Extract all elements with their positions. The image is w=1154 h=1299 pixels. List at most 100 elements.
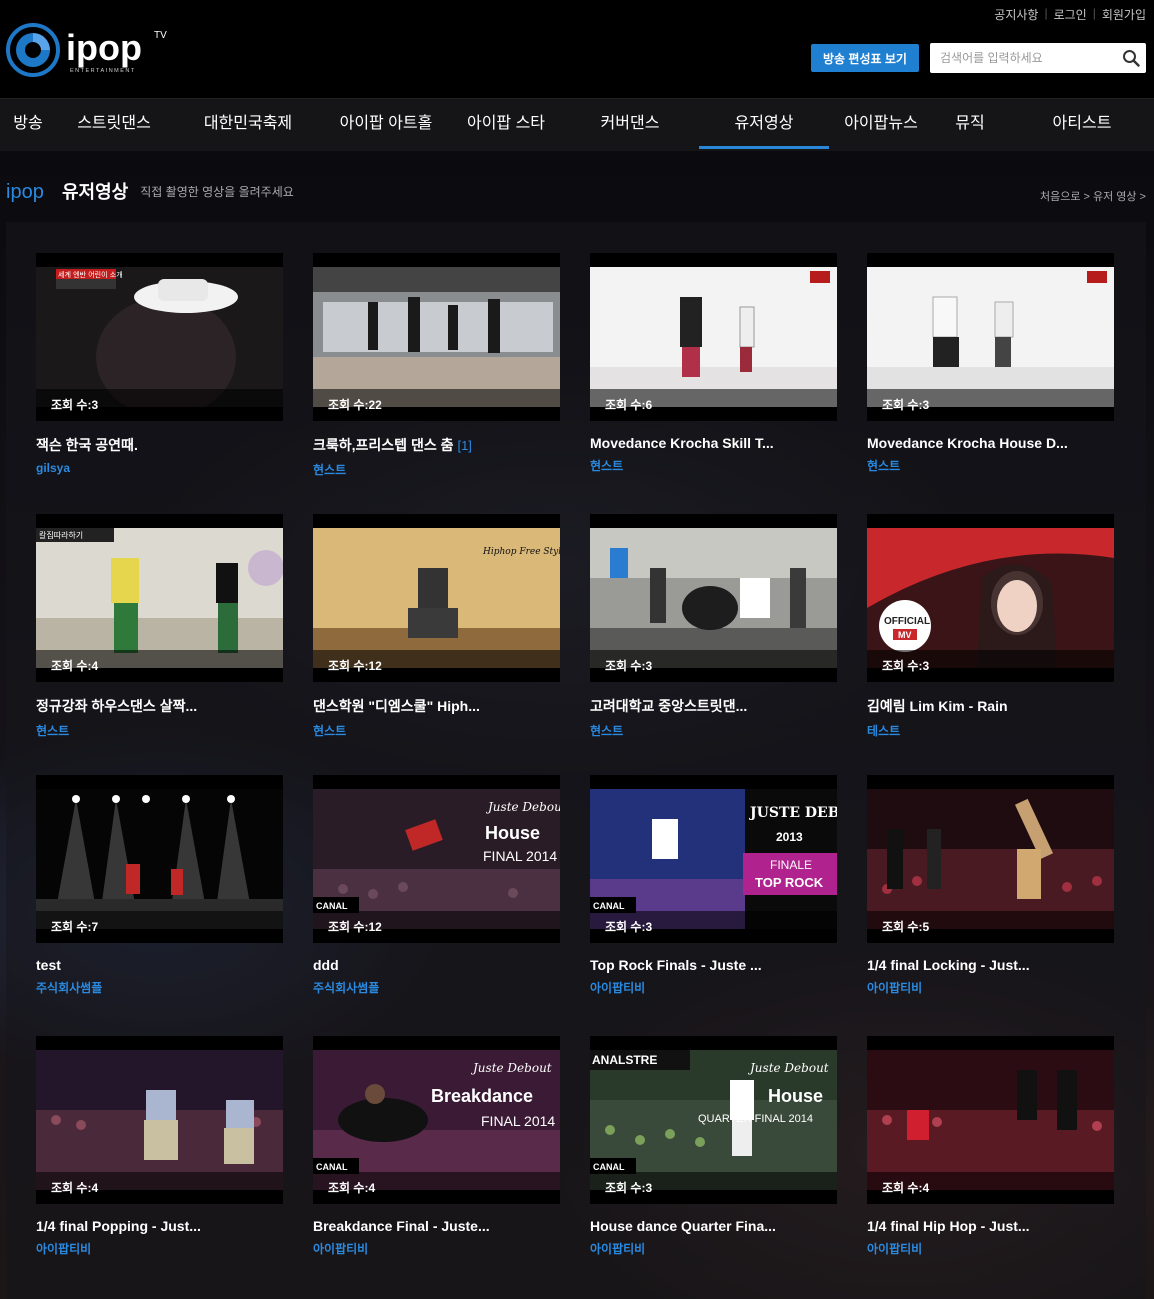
breadcrumb[interactable]: 처음으로 > 유저 영상 > bbox=[1040, 188, 1146, 204]
video-title[interactable]: 1/4 final Locking - Just... bbox=[867, 957, 1114, 973]
video-title[interactable]: 잭슨 한국 공연때. bbox=[36, 435, 283, 455]
view-count: 조회 수:5 bbox=[867, 911, 1114, 943]
video-thumbnail[interactable]: JUSTE DEBOUT 2013 FINALE TOP ROCK CANAL … bbox=[590, 775, 837, 943]
video-author[interactable]: 현스트 bbox=[313, 461, 560, 478]
nav-arthall[interactable]: 아이팝 아트홀 bbox=[328, 99, 444, 149]
utility-links: 공지사항 | 로그인 | 회원가입 bbox=[994, 6, 1146, 23]
login-link[interactable]: 로그인 bbox=[1054, 6, 1087, 23]
video-card[interactable]: 조회 수:6 Movedance Krocha Skill T... 현스트 bbox=[590, 253, 837, 474]
video-thumbnail[interactable]: 조회 수:6 bbox=[590, 253, 837, 421]
video-title[interactable]: House dance Quarter Fina... bbox=[590, 1218, 837, 1234]
svg-text:OFFICIAL: OFFICIAL bbox=[884, 616, 930, 627]
video-thumbnail[interactable]: 조회 수:4 bbox=[36, 1036, 283, 1204]
view-count: 조회 수:4 bbox=[313, 1172, 560, 1204]
video-title[interactable]: Movedance Krocha Skill T... bbox=[590, 435, 837, 451]
video-thumbnail[interactable]: 칼집따라하기 조회 수:4 bbox=[36, 514, 283, 682]
svg-text:CANAL: CANAL bbox=[316, 1162, 348, 1172]
video-author[interactable]: 주식회사썸플 bbox=[36, 979, 283, 996]
nav-user-video[interactable]: 유저영상 bbox=[699, 99, 829, 149]
video-title[interactable]: 1/4 final Hip Hop - Just... bbox=[867, 1218, 1114, 1234]
search-input[interactable] bbox=[938, 43, 1122, 73]
video-thumbnail[interactable]: 조회 수:5 bbox=[867, 775, 1114, 943]
notice-link[interactable]: 공지사항 bbox=[994, 6, 1038, 23]
video-title[interactable]: 크룩하,프리스텝 댄스 춤 [1] bbox=[313, 435, 560, 455]
nav-streetdance[interactable]: 스트릿댄스 bbox=[64, 99, 164, 149]
thumbnail-image bbox=[590, 267, 837, 407]
video-card[interactable]: 세계 엔반 어린이 소개 조회 수:3 잭슨 한국 공연때. gilsya bbox=[36, 253, 283, 475]
svg-text:세계 엔반 어린이 소개: 세계 엔반 어린이 소개 bbox=[58, 270, 123, 279]
thumbnail-image bbox=[590, 528, 837, 668]
view-count: 조회 수:6 bbox=[590, 389, 837, 421]
svg-text:FINAL 2014: FINAL 2014 bbox=[481, 1113, 555, 1129]
video-title[interactable]: 고려대학교 중앙스트릿댄... bbox=[590, 696, 837, 716]
svg-text:CANAL: CANAL bbox=[593, 1162, 625, 1172]
video-title[interactable]: 정규강좌 하우스댄스 살짝... bbox=[36, 696, 283, 716]
video-author[interactable]: 현스트 bbox=[590, 457, 837, 474]
video-thumbnail[interactable]: 조회 수:4 bbox=[867, 1036, 1114, 1204]
video-card[interactable]: 조회 수:22 크룩하,프리스텝 댄스 춤 [1] 현스트 bbox=[313, 253, 560, 478]
video-title[interactable]: test bbox=[36, 957, 283, 973]
thumbnail-image: Hiphop Free Style bbox=[313, 528, 560, 668]
schedule-button[interactable]: 방송 편성표 보기 bbox=[811, 44, 919, 72]
video-title[interactable]: Movedance Krocha House D... bbox=[867, 435, 1114, 451]
video-author[interactable]: 현스트 bbox=[313, 722, 560, 739]
nav-festival[interactable]: 대한민국축제 bbox=[190, 99, 306, 149]
signup-link[interactable]: 회원가입 bbox=[1102, 6, 1146, 23]
video-title[interactable]: Top Rock Finals - Juste ... bbox=[590, 957, 837, 973]
video-title[interactable]: ddd bbox=[313, 957, 560, 973]
video-author[interactable]: 아이팝티비 bbox=[590, 979, 837, 996]
video-card[interactable]: ANALSTRE Juste Debout House QUARTER FINA… bbox=[590, 1036, 837, 1257]
nav-coverdance[interactable]: 커버댄스 bbox=[580, 99, 680, 149]
svg-text:ipop: ipop bbox=[6, 181, 44, 202]
search-icon[interactable] bbox=[1122, 49, 1140, 67]
video-thumbnail[interactable]: 조회 수:7 bbox=[36, 775, 283, 943]
video-card[interactable]: 칼집따라하기 조회 수:4 정규강좌 하우스댄스 살짝... 현스트 bbox=[36, 514, 283, 739]
video-title[interactable]: 1/4 final Popping - Just... bbox=[36, 1218, 283, 1234]
video-author[interactable]: 주식회사썸플 bbox=[313, 979, 560, 996]
video-card[interactable]: Juste Debout House FINAL 2014 CANAL 조회 수… bbox=[313, 775, 560, 996]
video-thumbnail[interactable]: ANALSTRE Juste Debout House QUARTER FINA… bbox=[590, 1036, 837, 1204]
video-thumbnail[interactable]: 조회 수:3 bbox=[867, 253, 1114, 421]
video-card[interactable]: 조회 수:3 고려대학교 중앙스트릿댄... 현스트 bbox=[590, 514, 837, 739]
video-card[interactable]: 조회 수:4 1/4 final Hip Hop - Just... 아이팝티비 bbox=[867, 1036, 1114, 1257]
svg-text:House: House bbox=[768, 1086, 823, 1106]
video-title[interactable]: 김예림 Lim Kim - Rain bbox=[867, 696, 1114, 716]
video-author[interactable]: 테스트 bbox=[867, 722, 1114, 739]
video-thumbnail[interactable]: 세계 엔반 어린이 소개 조회 수:3 bbox=[36, 253, 283, 421]
video-thumbnail[interactable]: Hiphop Free Style 조회 수:12 bbox=[313, 514, 560, 682]
video-title[interactable]: Breakdance Final - Juste... bbox=[313, 1218, 560, 1234]
video-author[interactable]: gilsya bbox=[36, 461, 283, 475]
nav-music[interactable]: 뮤직 bbox=[940, 99, 1000, 149]
video-card[interactable]: OFFICIAL MV 조회 수:3 김예림 Lim Kim - Rain 테스… bbox=[867, 514, 1114, 739]
thumbnail-image: Juste Debout Breakdance FINAL 2014 CANAL bbox=[313, 1050, 560, 1190]
video-author[interactable]: 아이팝티비 bbox=[867, 979, 1114, 996]
video-thumbnail[interactable]: OFFICIAL MV 조회 수:3 bbox=[867, 514, 1114, 682]
video-card[interactable]: Juste Debout Breakdance FINAL 2014 CANAL… bbox=[313, 1036, 560, 1257]
svg-text:Juste Debout: Juste Debout bbox=[470, 1061, 552, 1075]
video-author[interactable]: 아이팝티비 bbox=[590, 1240, 837, 1257]
video-thumbnail[interactable]: Juste Debout Breakdance FINAL 2014 CANAL… bbox=[313, 1036, 560, 1204]
video-card[interactable]: Hiphop Free Style 조회 수:12 댄스학원 "디엠스쿨" Hi… bbox=[313, 514, 560, 739]
video-card[interactable]: 조회 수:7 test 주식회사썸플 bbox=[36, 775, 283, 996]
nav-star[interactable]: 아이팝 스타 bbox=[456, 99, 556, 149]
video-thumbnail[interactable]: 조회 수:3 bbox=[590, 514, 837, 682]
video-card[interactable]: 조회 수:3 Movedance Krocha House D... 현스트 bbox=[867, 253, 1114, 474]
video-author[interactable]: 현스트 bbox=[36, 722, 283, 739]
video-card[interactable]: JUSTE DEBOUT 2013 FINALE TOP ROCK CANAL … bbox=[590, 775, 837, 996]
video-author[interactable]: 현스트 bbox=[867, 457, 1114, 474]
video-thumbnail[interactable]: 조회 수:22 bbox=[313, 253, 560, 421]
video-author[interactable]: 현스트 bbox=[590, 722, 837, 739]
video-author[interactable]: 아이팝티비 bbox=[867, 1240, 1114, 1257]
video-card[interactable]: 조회 수:4 1/4 final Popping - Just... 아이팝티비 bbox=[36, 1036, 283, 1257]
video-card[interactable]: 조회 수:5 1/4 final Locking - Just... 아이팝티비 bbox=[867, 775, 1114, 996]
ipop-logo[interactable]: ipop TV ENTERTAINMENT bbox=[6, 20, 176, 80]
section-header: ipop 유저영상 직접 촬영한 영상을 올려주세요 bbox=[6, 178, 294, 204]
video-author[interactable]: 아이팝티비 bbox=[36, 1240, 283, 1257]
nav-artist[interactable]: 아티스트 bbox=[1032, 99, 1132, 149]
svg-text:FINALE: FINALE bbox=[770, 858, 812, 872]
video-title[interactable]: 댄스학원 "디엠스쿨" Hiph... bbox=[313, 696, 560, 716]
nav-news[interactable]: 아이팝뉴스 bbox=[836, 99, 926, 149]
video-thumbnail[interactable]: Juste Debout House FINAL 2014 CANAL 조회 수… bbox=[313, 775, 560, 943]
nav-broadcast[interactable]: 방송 bbox=[0, 99, 56, 149]
video-author[interactable]: 아이팝티비 bbox=[313, 1240, 560, 1257]
